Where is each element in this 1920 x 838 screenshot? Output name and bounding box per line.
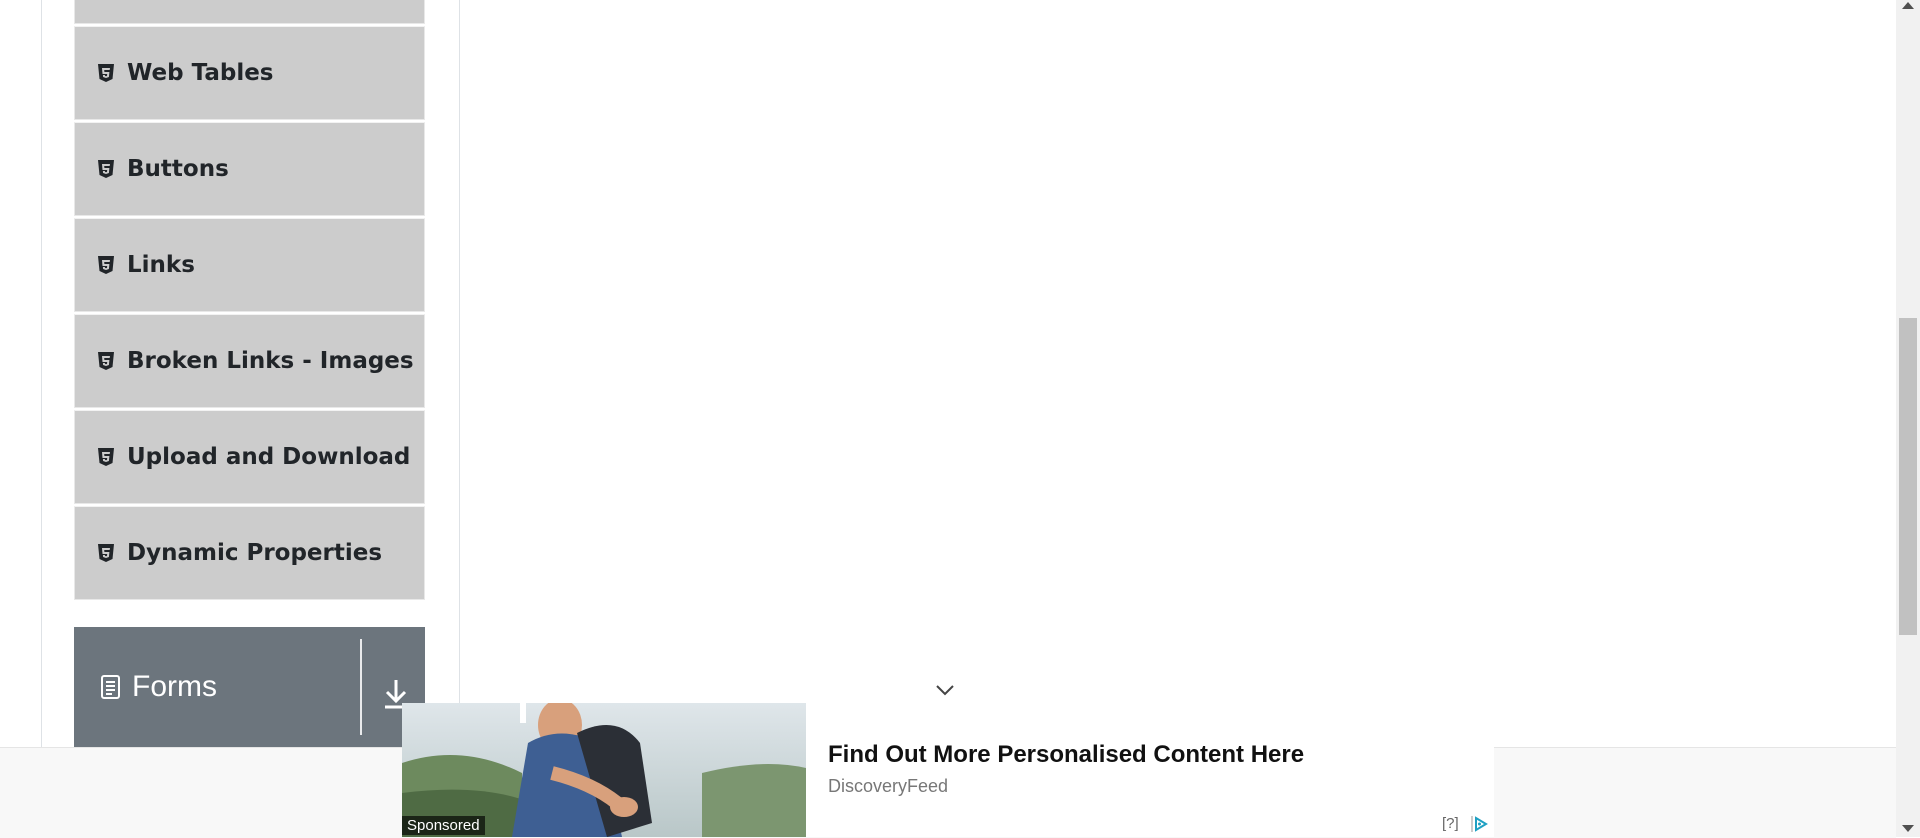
- group-header-forms[interactable]: Forms: [74, 627, 425, 747]
- scroll-up-icon[interactable]: [1902, 2, 1914, 9]
- menu-item-web-tables[interactable]: Web Tables: [74, 26, 425, 120]
- html5-icon: [97, 446, 115, 468]
- menu-item-label: Links: [127, 252, 195, 278]
- html5-icon: [97, 542, 115, 564]
- menu-item-previous[interactable]: [74, 0, 425, 24]
- ad-source[interactable]: DiscoveryFeed: [828, 776, 948, 797]
- scrollbar-thumb[interactable]: [1899, 318, 1917, 635]
- menu-item-label: Buttons: [127, 156, 229, 182]
- sponsored-ad[interactable]: Sponsored Find Out More Personalised Con…: [402, 703, 1494, 837]
- content-left-border: [41, 0, 42, 747]
- menu-item-links[interactable]: Links: [74, 218, 425, 312]
- html5-icon: [97, 350, 115, 372]
- menu-item-upload-and-download[interactable]: Upload and Download: [74, 410, 425, 504]
- chevron-down-icon[interactable]: [935, 682, 955, 696]
- group-title: Forms: [132, 670, 217, 703]
- menu-item-label: Web Tables: [127, 60, 274, 86]
- element-menu-list: Web Tables Buttons Links Broken Links - …: [74, 0, 425, 602]
- menu-item-label: Upload and Download: [127, 444, 411, 470]
- html5-icon: [97, 254, 115, 276]
- document-icon: [100, 674, 122, 700]
- html5-icon: [97, 158, 115, 180]
- ad-help-link[interactable]: [?]: [1442, 815, 1459, 832]
- menu-item-label: Dynamic Properties: [127, 540, 383, 566]
- sponsored-label: Sponsored: [402, 816, 485, 835]
- adchoices-icon[interactable]: [1470, 815, 1490, 833]
- group-divider: [360, 639, 362, 735]
- menu-item-buttons[interactable]: Buttons: [74, 122, 425, 216]
- scroll-down-icon[interactable]: [1902, 825, 1914, 832]
- ad-headline[interactable]: Find Out More Personalised Content Here: [828, 741, 1304, 769]
- sidebar-right-border: [459, 0, 460, 747]
- menu-item-broken-links-images[interactable]: Broken Links - Images: [74, 314, 425, 408]
- ad-image[interactable]: Sponsored: [402, 703, 806, 837]
- menu-item-dynamic-properties[interactable]: Dynamic Properties: [74, 506, 425, 600]
- html5-icon: [97, 62, 115, 84]
- menu-item-label: Broken Links - Images: [127, 348, 414, 374]
